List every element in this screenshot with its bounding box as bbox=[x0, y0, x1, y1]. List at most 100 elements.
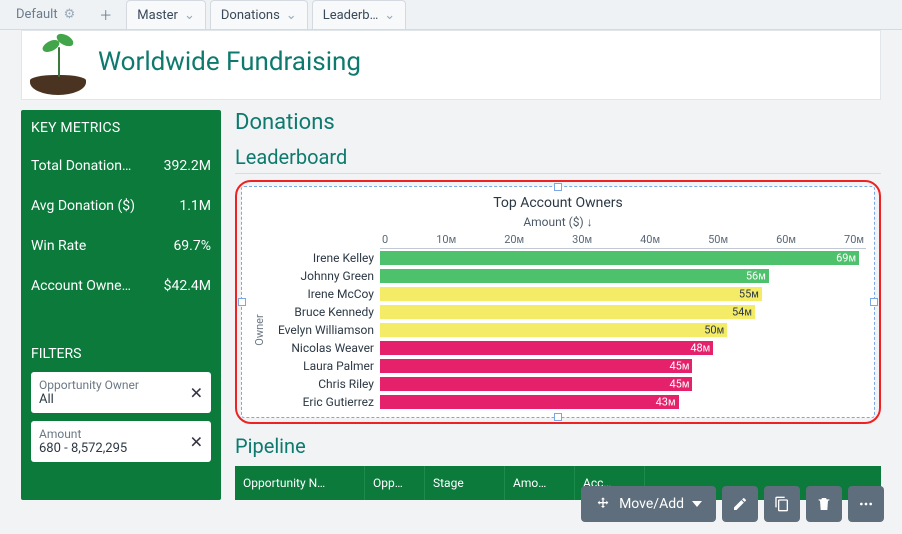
metric-row[interactable]: Total Donation… 392.2M bbox=[31, 146, 211, 186]
bar: 56ᴍ bbox=[380, 269, 769, 283]
metrics-title: KEY METRICS bbox=[31, 120, 211, 136]
chevron-down-icon bbox=[692, 501, 702, 507]
resize-handle-left[interactable] bbox=[238, 298, 246, 306]
x-tick: 50ᴍ bbox=[708, 233, 728, 246]
metric-value: 1.1M bbox=[179, 198, 211, 214]
chart-title: Top Account Owners bbox=[250, 195, 866, 211]
default-tab-control[interactable]: Default ⚙ bbox=[6, 0, 85, 29]
metric-value: 69.7% bbox=[173, 238, 211, 254]
bar-row[interactable]: Eric Gutierrez 43ᴍ bbox=[250, 393, 866, 411]
more-button[interactable] bbox=[848, 486, 884, 522]
chart-selection-outline: Top Account Owners Amount ($) ↓ 010ᴍ20ᴍ3… bbox=[235, 180, 881, 424]
copy-button[interactable] bbox=[764, 486, 800, 522]
bar-row[interactable]: Bruce Kennedy 54ᴍ bbox=[250, 303, 866, 321]
x-tick: 70ᴍ bbox=[844, 233, 864, 246]
bar-category-label: Bruce Kennedy bbox=[250, 305, 380, 319]
metric-label: Avg Donation ($) bbox=[31, 198, 135, 214]
close-icon[interactable]: ✕ bbox=[190, 383, 203, 402]
bar-track: 55ᴍ bbox=[380, 287, 866, 301]
chart-x-label: Amount ($) ↓ bbox=[250, 215, 866, 229]
resize-handle-top[interactable] bbox=[554, 183, 562, 191]
chevron-down-icon: ⌄ bbox=[384, 8, 395, 23]
bar-track: 50ᴍ bbox=[380, 323, 866, 337]
bar-row[interactable]: Johnny Green56ᴍ bbox=[250, 267, 866, 285]
tab-leaderboard[interactable]: Leaderb… ⌄ bbox=[312, 0, 407, 29]
bar-value-label: 48ᴍ bbox=[690, 342, 710, 355]
pencil-icon bbox=[732, 496, 748, 512]
default-label: Default bbox=[16, 7, 58, 22]
plus-icon: ＋ bbox=[99, 5, 112, 24]
bar-row[interactable]: Chris Riley45ᴍ bbox=[250, 375, 866, 393]
bar-category-label: Johnny Green bbox=[250, 269, 380, 283]
bar-value-label: 45ᴍ bbox=[669, 378, 689, 391]
bar: 45ᴍ bbox=[380, 377, 692, 391]
main: Donations Leaderboard Top Account Owners… bbox=[235, 110, 881, 500]
bar-track: 45ᴍ bbox=[380, 377, 866, 391]
table-column-header[interactable]: Stage bbox=[425, 466, 505, 500]
metric-label: Total Donation… bbox=[31, 158, 131, 174]
edit-button[interactable] bbox=[722, 486, 758, 522]
bar: 55ᴍ bbox=[380, 287, 762, 301]
bar-row[interactable]: Irene McCoy55ᴍ bbox=[250, 285, 866, 303]
leaderboard-heading: Leaderboard bbox=[235, 145, 881, 174]
x-tick: 60ᴍ bbox=[776, 233, 796, 246]
move-add-button[interactable]: Move/Add bbox=[581, 486, 716, 522]
table-column-header[interactable]: Amo… bbox=[505, 466, 575, 500]
bar: 50ᴍ bbox=[380, 323, 727, 337]
header-card: Worldwide Fundraising bbox=[21, 30, 881, 100]
bar: 69ᴍ bbox=[380, 251, 859, 265]
resize-handle-right[interactable] bbox=[870, 298, 878, 306]
bar-value-label: 54ᴍ bbox=[732, 306, 752, 319]
tab-master[interactable]: Master ⌄ bbox=[126, 0, 206, 29]
metric-row[interactable]: Avg Donation ($) 1.1M bbox=[31, 186, 211, 226]
filter-value: 680 - 8,572,295 bbox=[39, 441, 203, 456]
filter-chip[interactable]: Amount680 - 8,572,295✕ bbox=[31, 421, 211, 462]
close-icon[interactable]: ✕ bbox=[190, 432, 203, 451]
bar-category-label: Eric Gutierrez bbox=[250, 395, 380, 409]
bar-row[interactable]: Nicolas Weaver 48ᴍ bbox=[250, 339, 866, 357]
x-tick: 20ᴍ bbox=[504, 233, 524, 246]
tab-donations[interactable]: Donations ⌄ bbox=[210, 0, 308, 29]
metric-row[interactable]: Account Owne…$42.4M bbox=[31, 266, 211, 306]
bar-row[interactable]: Laura Palmer 45ᴍ bbox=[250, 357, 866, 375]
x-tick: 30ᴍ bbox=[572, 233, 592, 246]
more-icon bbox=[858, 496, 874, 512]
bar-value-label: 69ᴍ bbox=[836, 252, 856, 265]
filters-title: FILTERS bbox=[31, 346, 211, 362]
bar: 48ᴍ bbox=[380, 341, 713, 355]
delete-button[interactable] bbox=[806, 486, 842, 522]
move-icon bbox=[595, 496, 611, 512]
trash-icon bbox=[816, 496, 832, 512]
bar: 54ᴍ bbox=[380, 305, 755, 319]
bar-category-label: Laura Palmer bbox=[250, 359, 380, 373]
bar-track: 48ᴍ bbox=[380, 341, 866, 355]
filter-chip[interactable]: Opportunity OwnerAll✕ bbox=[31, 372, 211, 413]
bar-track: 56ᴍ bbox=[380, 269, 866, 283]
logo-plant-icon bbox=[22, 35, 94, 95]
page-title: Worldwide Fundraising bbox=[98, 47, 361, 95]
gear-icon: ⚙ bbox=[64, 7, 76, 22]
bar-value-label: 45ᴍ bbox=[669, 360, 689, 373]
chevron-down-icon: ⌄ bbox=[184, 8, 195, 23]
copy-icon bbox=[774, 496, 790, 512]
bar: 45ᴍ bbox=[380, 359, 692, 373]
bar-value-label: 43ᴍ bbox=[656, 396, 676, 409]
table-column-header[interactable]: Opportunity N… bbox=[235, 466, 365, 500]
metric-row[interactable]: Win Rate69.7% bbox=[31, 226, 211, 266]
bar-category-label: Nicolas Weaver bbox=[250, 341, 380, 355]
bar-row[interactable]: Irene Kelley69ᴍ bbox=[250, 249, 866, 267]
filter-name: Amount bbox=[39, 427, 203, 441]
chevron-down-icon: ⌄ bbox=[286, 8, 297, 23]
add-tab-button[interactable]: ＋ bbox=[89, 0, 122, 29]
pipeline-heading: Pipeline bbox=[235, 434, 881, 462]
x-axis: 010ᴍ20ᴍ30ᴍ40ᴍ50ᴍ60ᴍ70ᴍ bbox=[250, 233, 866, 249]
resize-handle-bottom[interactable] bbox=[554, 413, 562, 421]
bar-track: 69ᴍ bbox=[380, 251, 866, 265]
bar-row[interactable]: Evelyn Williamson50ᴍ bbox=[250, 321, 866, 339]
bar-track: 45ᴍ bbox=[380, 359, 866, 373]
chart-widget[interactable]: Top Account Owners Amount ($) ↓ 010ᴍ20ᴍ3… bbox=[241, 186, 875, 418]
canvas: Worldwide Fundraising KEY METRICS Total … bbox=[0, 30, 902, 534]
table-column-header[interactable]: Opp… bbox=[365, 466, 425, 500]
bar-value-label: 50ᴍ bbox=[704, 324, 724, 337]
metric-value: 392.2M bbox=[164, 158, 211, 174]
